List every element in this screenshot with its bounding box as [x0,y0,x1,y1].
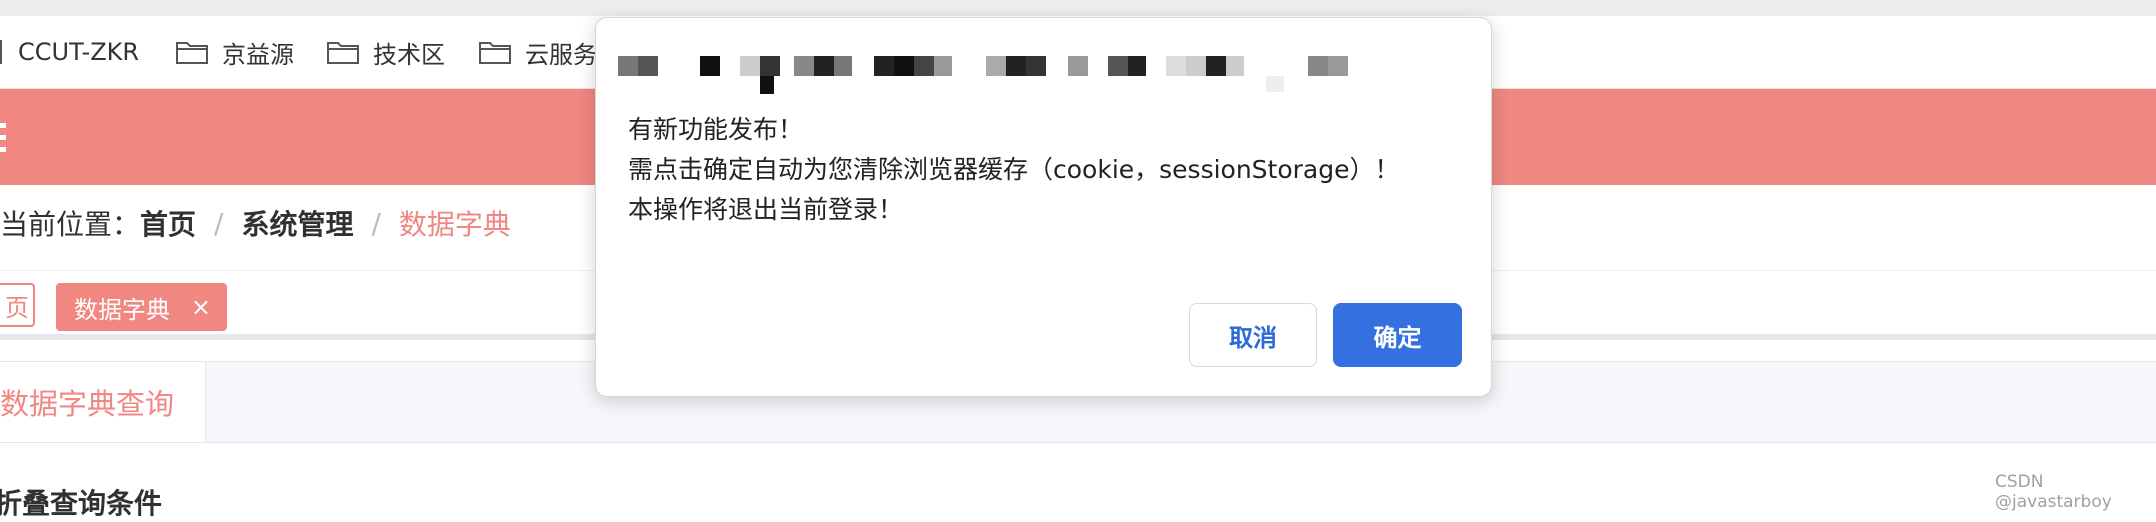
close-icon[interactable]: × [191,293,211,321]
breadcrumb-prefix: 当前位置： [0,208,141,241]
tag-data-dictionary[interactable]: 数据字典 × [56,283,227,331]
bookmark-label: CCUT-ZKR [18,38,140,66]
breadcrumb-separator: / [371,206,381,240]
watermark: CSDN @javastarboy [1995,472,2112,512]
breadcrumb-home[interactable]: 首页 [140,203,196,243]
folder-icon [0,40,2,64]
dialog-message: 有新功能发布！ 需点击确定自动为您清除浏览器缓存（cookie，sessionS… [628,110,1400,230]
bookmark-jingyiyuan[interactable]: 京益源 [176,36,294,69]
browser-top-strip [0,0,2156,16]
dialog-message-line: 本操作将退出当前登录！ [628,195,904,224]
breadcrumb-separator: / [214,206,224,240]
tab-label: 数据字典查询 [0,387,175,421]
breadcrumb: 当前位置： 首页 / 系统管理 / 数据字典 [0,203,511,243]
dialog-message-line: 有新功能发布！ [628,115,804,144]
bookmark-cloud-service[interactable]: 云服务 [479,36,597,69]
tab-data-dictionary-query[interactable]: 数据字典查询 [0,362,206,442]
folder-icon [479,42,511,64]
breadcrumb-current: 数据字典 [398,208,511,241]
confirm-dialog: 有新功能发布！ 需点击确定自动为您清除浏览器缓存（cookie，sessionS… [595,17,1492,397]
bookmark-label: 技术区 [373,40,445,69]
tag-home-label: 页 [5,293,29,322]
cancel-button[interactable]: 取消 [1189,303,1317,367]
collapse-query-conditions[interactable]: 折叠查询条件 [0,482,162,522]
bookmark-label: 云服务 [525,40,597,69]
bookmark-ccut-zkr[interactable]: CCUT-ZKR [0,36,139,68]
confirm-button-label: 确定 [1373,323,1422,352]
tag-home[interactable]: 页 [0,283,35,327]
folder-icon [327,42,359,64]
bookmark-label: 京益源 [222,40,294,69]
cancel-button-label: 取消 [1229,323,1277,352]
dialog-message-line: 需点击确定自动为您清除浏览器缓存（cookie，sessionStorage）！ [628,155,1400,184]
tag-label: 数据字典 [74,295,170,324]
folder-icon [176,42,208,64]
bookmark-tech-zone[interactable]: 技术区 [327,36,445,69]
breadcrumb-system-management[interactable]: 系统管理 [241,203,353,243]
menu-icon[interactable] [0,123,6,153]
confirm-button[interactable]: 确定 [1333,303,1462,367]
pixelated-dialog-title [618,56,1418,100]
